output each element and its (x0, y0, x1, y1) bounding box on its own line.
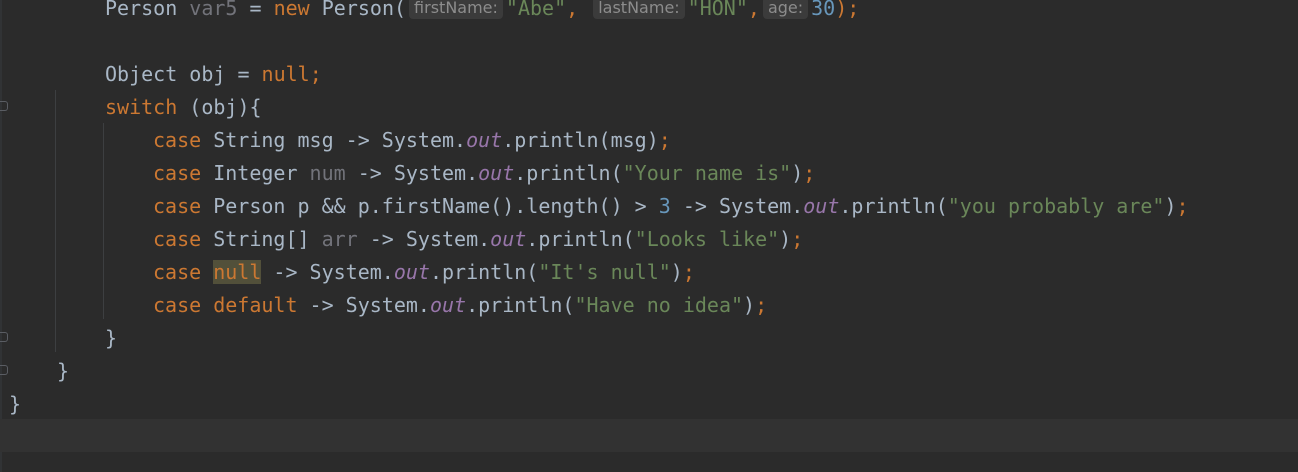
code-token: case (153, 161, 202, 185)
code-token: null (213, 260, 262, 284)
code-token: 30 (811, 0, 836, 20)
code-token: var5 (189, 0, 238, 20)
code-token: Person p && p.firstName().length() > (201, 194, 659, 218)
parameter-hint: lastName: (593, 0, 685, 19)
code-token: null (261, 62, 310, 86)
code-token: new (273, 0, 310, 20)
code-token: .println( (429, 260, 539, 284)
code-token: "Abe" (505, 0, 567, 20)
indent-guide-method (55, 90, 56, 352)
code-token: -> System. (261, 260, 394, 284)
code-token: ); (835, 0, 860, 20)
code-token: out (393, 260, 430, 284)
code-token: case (153, 194, 202, 218)
code-token: ; (755, 293, 768, 317)
code-token: .println( (514, 161, 623, 185)
code-token: "Have no idea" (574, 293, 744, 317)
code-token: case (153, 128, 202, 152)
code-token: -> System. (297, 293, 430, 317)
code-line-case-array[interactable]: case String[] arr -> System.out.println(… (153, 223, 803, 256)
code-token: } (105, 326, 118, 350)
code-token: Object obj = (105, 62, 262, 86)
code-token: ; (791, 227, 804, 251)
code-line-case-string[interactable]: case String msg -> System.out.println(ms… (153, 124, 671, 157)
code-token: .println( (839, 194, 948, 218)
code-token: case (153, 227, 202, 251)
code-token: 3 (658, 194, 671, 218)
code-token: default (213, 293, 298, 317)
code-token: ) (1164, 194, 1177, 218)
code-token: ) (779, 227, 792, 251)
code-token: arr (321, 227, 358, 251)
code-token: out (429, 293, 467, 317)
code-token: ; (682, 260, 695, 284)
code-token: "HON" (687, 0, 748, 20)
code-line-case-default[interactable]: case default -> System.out.println("Have… (153, 289, 767, 322)
code-token: .println( (466, 293, 575, 317)
gutter-edge (0, 0, 2, 472)
code-token: String msg -> System. (201, 128, 467, 152)
code-token: ) (670, 260, 683, 284)
fold-marker-switch-end-icon[interactable] (0, 332, 8, 342)
code-token: num (309, 161, 346, 185)
code-line-switch[interactable]: switch (obj){ (105, 91, 262, 124)
code-token: out (466, 128, 503, 152)
indent-guide-switch (103, 123, 104, 319)
code-line-close-switch[interactable]: } (105, 322, 117, 355)
code-line-close-method[interactable]: } (57, 355, 69, 388)
code-token: Person (105, 0, 190, 20)
code-token: -> System. (345, 161, 479, 185)
code-line-case-person[interactable]: case Person p && p.firstName().length() … (153, 190, 1189, 223)
code-token: String[] (201, 227, 322, 251)
code-token: ) (791, 161, 804, 185)
code-token: } (57, 359, 70, 383)
code-token: } (9, 392, 22, 416)
code-token: = (237, 0, 274, 20)
code-token: out (478, 161, 515, 185)
code-token: ; (1176, 194, 1189, 218)
code-line-close-class[interactable]: } (9, 388, 21, 421)
fold-marker-method-end-icon[interactable] (0, 365, 8, 375)
current-line-highlight (0, 419, 1298, 452)
code-editor[interactable]: Person var5 = new Person(firstName: "Abe"… (0, 0, 1298, 472)
code-token: , (747, 0, 760, 20)
code-token: out (490, 227, 527, 251)
code-token: -> System. (670, 194, 804, 218)
parameter-hint: firstName: (409, 0, 503, 19)
code-token: "It's null" (538, 260, 671, 284)
code-token: ) (743, 293, 756, 317)
code-token: "Your name is" (622, 161, 792, 185)
code-line-obj[interactable]: Object obj = null; (105, 58, 322, 91)
code-token: switch (105, 95, 178, 119)
code-token: case (153, 293, 202, 317)
code-token: , (566, 0, 591, 20)
code-token: Person( (309, 0, 407, 20)
code-token: .println(msg) (502, 128, 659, 152)
code-token: (obj){ (177, 95, 262, 119)
code-token: case (153, 260, 202, 284)
fold-marker-switch-icon[interactable] (0, 101, 8, 111)
code-line-case-null[interactable]: case null -> System.out.println("It's nu… (153, 256, 695, 289)
code-token: "you probably are" (947, 194, 1165, 218)
code-line-var5[interactable]: Person var5 = new Person(firstName: "Abe"… (105, 0, 859, 25)
code-token: out (803, 194, 840, 218)
code-token: Integer (201, 161, 310, 185)
code-token: ; (309, 62, 322, 86)
parameter-hint: age: (762, 0, 809, 19)
code-token: ; (658, 128, 671, 152)
code-token: -> System. (357, 227, 491, 251)
code-token: "Looks like" (634, 227, 780, 251)
code-token: ; (803, 161, 816, 185)
code-token: .println( (526, 227, 635, 251)
code-line-case-integer[interactable]: case Integer num -> System.out.println("… (153, 157, 815, 190)
